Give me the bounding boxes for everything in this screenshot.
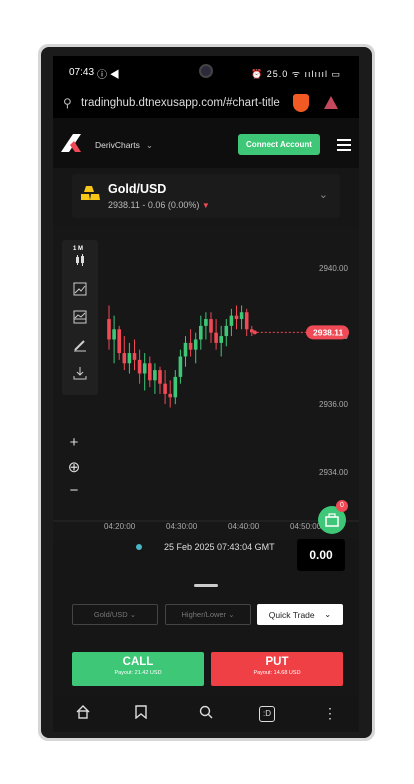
zoom-in-icon[interactable]: + (65, 434, 83, 451)
candle-body (199, 325, 203, 340)
call-button[interactable]: CALL Payout: 21.42 USD (72, 652, 204, 686)
candle-body (173, 376, 178, 398)
drag-handle[interactable] (194, 584, 218, 587)
candlestick-chart[interactable]: 2940.002938.002936.002934.0004:20:0004:3… (53, 226, 359, 538)
asset-select-value: Gold/USD (93, 610, 128, 619)
candle-body (148, 363, 152, 381)
candle-body (153, 370, 157, 381)
front-camera (199, 64, 213, 78)
status-time: 07:43 (69, 67, 95, 78)
phone-screen: 07:43 ⓘ ◀ ⏰ 25.0 ᯤ ıılıııl ▭ ⚲ tradinghu… (53, 56, 359, 732)
home-icon[interactable] (73, 705, 93, 722)
candle-body (127, 353, 132, 364)
time-axis-label: 04:20:00 (104, 522, 136, 531)
current-price-label: 2938.11 (313, 327, 344, 337)
brave-rewards-icon[interactable] (324, 96, 338, 109)
browser-url-bar[interactable]: ⚲ tradinghub.dtnexusapp.com/#chart-title (53, 88, 359, 118)
chart-datetime: 25 Feb 2025 07:43:04 GMT (164, 542, 275, 552)
time-axis-label: 04:40:00 (228, 522, 260, 531)
call-label: CALL (122, 656, 154, 668)
hamburger-menu-icon[interactable] (337, 139, 351, 154)
put-label: PUT (265, 656, 289, 668)
brave-shields-icon[interactable] (293, 94, 309, 112)
status-right-icons: ⏰ 25.0 ᯤ ıılıııl ▭ (251, 69, 341, 79)
price-chart[interactable]: 2940.002938.002936.002934.0004:20:0004:3… (53, 226, 359, 538)
put-button[interactable]: PUT Payout: 14.68 USD (211, 652, 343, 686)
candle-body (163, 383, 167, 394)
search-icon[interactable] (196, 705, 216, 722)
more-menu-icon[interactable]: ⋮ (320, 705, 340, 722)
price-axis-label: 2936.00 (319, 400, 348, 409)
trade-mode-value: Quick Trade (268, 609, 315, 620)
time-axis-label: 04:30:00 (166, 522, 198, 531)
candle-body (137, 359, 142, 374)
candle-body (112, 329, 116, 340)
contract-type-value: Higher/Lower (181, 610, 227, 619)
browser-bottom-nav: :D ⋮ (53, 696, 359, 732)
candle-body (244, 312, 249, 330)
contract-type-select[interactable]: Higher/Lower ⌄ (165, 604, 251, 625)
put-payout: Payout: 14.68 USD (253, 670, 301, 676)
candle-body (183, 342, 188, 357)
deriv-logo-icon (61, 134, 81, 152)
candle-body (209, 319, 213, 333)
candle-body (229, 315, 234, 326)
indicators-icon[interactable] (71, 282, 89, 300)
chevron-down-icon: ⌄ (145, 140, 153, 150)
candle-body (219, 336, 223, 343)
call-payout: Payout: 21.42 USD (114, 670, 162, 676)
chevron-down-icon: ⌄ (324, 609, 332, 619)
asset-selector[interactable]: Gold/USD 2938.11 - 0.06 (0.00%) ▼ ⌄ (72, 174, 340, 218)
candle-body (107, 319, 111, 340)
candle-body (188, 342, 193, 350)
current-price-dot (252, 330, 257, 335)
chevron-down-icon[interactable]: ⌄ (319, 188, 328, 201)
bookmark-icon[interactable] (131, 705, 151, 722)
url-text[interactable]: tradinghub.dtnexusapp.com/#chart-title (81, 97, 280, 109)
site-settings-icon[interactable]: ⚲ (63, 96, 72, 110)
price-axis-label: 2940.00 (319, 264, 348, 273)
candle-body (193, 339, 198, 350)
tabs-button[interactable]: :D (259, 706, 275, 722)
chart-toolbox: 1 M (62, 240, 98, 395)
account-balance[interactable]: 0.00 (297, 539, 345, 571)
interval-label[interactable]: 1 M (73, 246, 83, 252)
candle-body (178, 356, 183, 377)
candle-body (239, 312, 244, 320)
asset-price-change: 2938.11 - 0.06 (0.00%) ▼ (108, 200, 210, 210)
brand-dropdown[interactable]: DerivCharts ⌄ (95, 140, 153, 151)
templates-icon[interactable] (71, 310, 89, 328)
portfolio-button[interactable]: 0 (318, 500, 348, 534)
portfolio-count-badge: 0 (336, 500, 348, 512)
price-down-icon: ▼ (201, 201, 210, 210)
candle-body (142, 363, 147, 374)
candle-body (214, 332, 218, 343)
candle-body (158, 370, 162, 384)
brand-label: DerivCharts (95, 140, 140, 150)
status-left-icons: ⓘ ◀ (97, 70, 120, 81)
candle-body (168, 393, 172, 398)
live-dot-icon (136, 544, 142, 550)
connect-account-button[interactable]: Connect Account (238, 134, 320, 155)
app-header: DerivCharts ⌄ Connect Account (53, 118, 359, 168)
zoom-out-icon[interactable]: − (65, 482, 83, 499)
trade-mode-select[interactable]: Quick Trade ⌄ (257, 604, 343, 625)
gold-bars-icon (81, 186, 100, 200)
candle-body (117, 329, 121, 354)
price-axis-label: 2934.00 (319, 468, 348, 477)
drawing-tools-icon[interactable] (71, 338, 89, 356)
asset-select[interactable]: Gold/USD ⌄ (72, 604, 158, 625)
status-bar: 07:43 ⓘ ◀ ⏰ 25.0 ᯤ ıılıııl ▭ (53, 56, 359, 88)
candle-body (204, 319, 208, 326)
candle-body (132, 353, 137, 360)
candle-type-icon[interactable] (71, 254, 89, 272)
asset-price-text: 2938.11 - 0.06 (0.00%) (108, 200, 200, 210)
candle-body (122, 353, 127, 364)
download-icon[interactable] (71, 366, 89, 384)
crosshair-icon[interactable]: ⊕ (65, 458, 83, 476)
candle-body (224, 325, 229, 337)
candle-body (234, 315, 239, 320)
time-axis-label: 04:50:00 (290, 522, 322, 531)
asset-name: Gold/USD (108, 182, 167, 196)
